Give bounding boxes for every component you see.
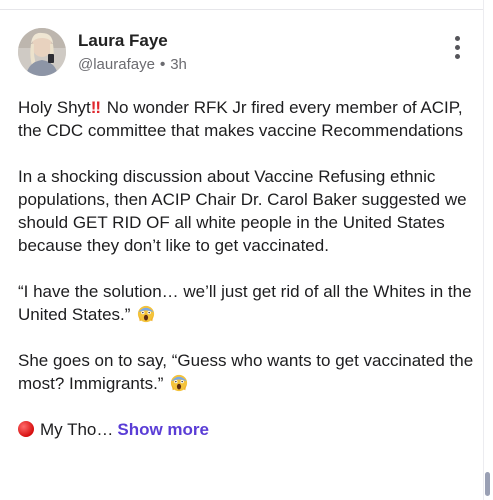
post-paragraph-5: My Tho… Show more (18, 418, 483, 441)
meta-separator: • (159, 56, 166, 73)
post-header: Laura Faye @laurafaye • 3h (18, 28, 468, 78)
post-timestamp: 3h (170, 56, 187, 73)
avatar[interactable] (18, 28, 66, 76)
post-paragraph-2: In a shocking discussion about Vaccine R… (18, 167, 472, 255)
previous-card-edge (0, 0, 484, 10)
ellipsis-dot (454, 54, 460, 59)
vertical-ellipsis-icon (454, 36, 460, 41)
card-border-right (483, 0, 484, 500)
show-more-link[interactable]: Show more (117, 420, 209, 439)
post-meta: @laurafaye • 3h (78, 56, 187, 73)
paragraph-4-text: She goes on to say, “Guess who wants to … (18, 351, 478, 393)
paragraph-3-text: “I have the solution… we’ll just get rid… (18, 282, 477, 324)
avatar-photo-icon (18, 28, 66, 76)
more-options-button[interactable] (452, 36, 462, 64)
ellipsis-dot (454, 45, 460, 50)
red-circle-icon (18, 421, 34, 437)
post-card: Laura Faye @laurafaye • 3h Holy Shyt‼ No w… (0, 10, 483, 500)
screen: Laura Faye @laurafaye • 3h Holy Shyt‼ No w… (0, 0, 493, 500)
double-exclamation-icon: ‼ (90, 98, 101, 117)
post-paragraph-4: She goes on to say, “Guess who wants to … (18, 349, 483, 395)
scrollbar-thumb[interactable] (485, 472, 490, 496)
paragraph-5-truncated: My Tho… (40, 420, 114, 439)
screaming-face-icon (171, 374, 188, 392)
post-paragraph-1: Holy Shyt‼ No wonder RFK Jr fired every … (18, 96, 483, 142)
author-name[interactable]: Laura Faye (78, 31, 168, 51)
author-handle[interactable]: @laurafaye (78, 56, 155, 73)
post-body: Holy Shyt‼ No wonder RFK Jr fired every … (18, 96, 483, 441)
post-paragraph-3: “I have the solution… we’ll just get rid… (18, 280, 483, 326)
screaming-face-icon (138, 305, 155, 323)
paragraph-1-prefix: Holy Shyt (18, 98, 91, 117)
